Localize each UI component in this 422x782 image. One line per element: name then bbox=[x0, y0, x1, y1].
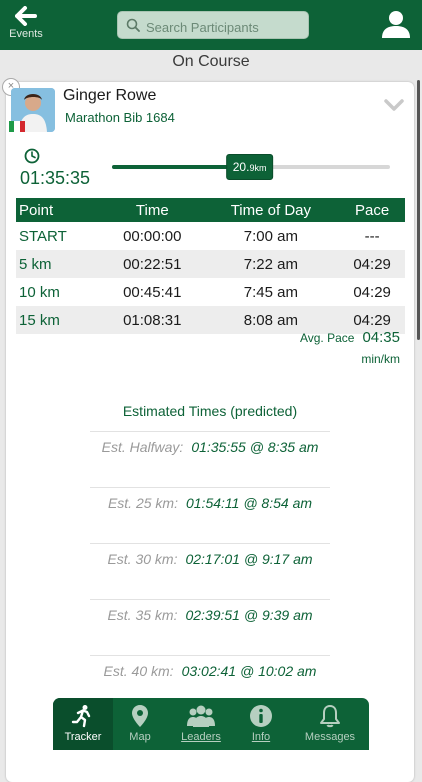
user-icon bbox=[382, 11, 410, 38]
group-icon bbox=[187, 705, 215, 727]
estimate-item: Est. 40 km: 03:02:41 @ 10:02 am bbox=[6, 663, 414, 679]
col-time: Time bbox=[102, 198, 203, 222]
tab-tracker[interactable]: Tracker bbox=[53, 698, 113, 750]
tab-label: Messages bbox=[304, 731, 356, 743]
estimate-item: Est. Halfway: 01:35:55 @ 8:35 am bbox=[6, 439, 414, 455]
nationality-flag bbox=[9, 121, 25, 132]
estimate-label: Est. 25 km: bbox=[107, 495, 178, 511]
estimate-value: 03:02:41 @ 10:02 am bbox=[181, 663, 317, 679]
participant-bib: Marathon Bib 1684 bbox=[65, 110, 175, 125]
progress-track: 20.9km bbox=[112, 154, 390, 180]
estimate-label: Est. 35 km: bbox=[107, 607, 178, 623]
tab-info[interactable]: Info bbox=[231, 698, 291, 750]
info-icon bbox=[250, 705, 272, 727]
estimate-item: Est. 35 km: 02:39:51 @ 9:39 am bbox=[6, 607, 414, 623]
splits-table: Point Time Time of Day Pace START 00:00:… bbox=[16, 198, 405, 334]
avg-pace: Avg. Pace 04:35 min/km bbox=[300, 329, 400, 366]
chevron-down-icon bbox=[384, 99, 404, 111]
bell-icon bbox=[320, 705, 340, 728]
tab-bar: Tracker Map Leaders Info Messages bbox=[53, 698, 369, 750]
avg-pace-label: Avg. Pace bbox=[299, 331, 355, 345]
search-box[interactable] bbox=[117, 11, 309, 39]
divider bbox=[90, 431, 330, 432]
split-point: START bbox=[19, 227, 67, 245]
col-pace: Pace bbox=[339, 198, 405, 222]
back-label: Events bbox=[9, 28, 43, 40]
tab-label-text: Leaders bbox=[181, 731, 221, 743]
map-pin-icon bbox=[132, 705, 148, 727]
table-row: 5 km 00:22:51 7:22 am 04:29 bbox=[16, 250, 405, 278]
split-pace: 04:29 bbox=[339, 250, 405, 278]
estimate-item: Est. 30 km: 02:17:01 @ 9:17 am bbox=[6, 551, 414, 567]
split-time: 00:45:41 bbox=[123, 283, 182, 301]
col-point: Point bbox=[16, 198, 103, 222]
avg-pace-value: 04:35 bbox=[362, 329, 400, 346]
tab-label: Leaders bbox=[171, 731, 231, 743]
profile-button[interactable] bbox=[380, 8, 412, 40]
search-icon bbox=[126, 18, 140, 32]
table-row: 10 km 00:45:41 7:45 am 04:29 bbox=[16, 278, 405, 306]
split-time-of-day: 7:45 am bbox=[243, 283, 298, 301]
col-time-of-day: Time of Day bbox=[202, 198, 340, 222]
tab-label-text: Info bbox=[251, 731, 271, 743]
estimate-value: 01:54:11 @ 8:54 am bbox=[185, 495, 313, 511]
split-point: 5 km bbox=[16, 250, 103, 278]
divider bbox=[90, 543, 330, 544]
estimate-value: 02:39:51 @ 9:39 am bbox=[185, 607, 313, 623]
distance-value: 20. bbox=[232, 160, 250, 174]
estimate-label: Est. 30 km: bbox=[107, 551, 178, 567]
runner-icon bbox=[71, 705, 91, 728]
estimates-title: Estimated Times (predicted) bbox=[122, 403, 298, 419]
divider bbox=[90, 599, 330, 600]
split-time-of-day: 7:00 am bbox=[243, 227, 298, 245]
participant-card: × Ginger Rowe Marathon Bib 1684 01:35:35… bbox=[2, 78, 414, 782]
tab-label: Info bbox=[231, 731, 291, 743]
split-time: 00:00:00 bbox=[123, 227, 182, 245]
tab-label: Map bbox=[129, 731, 151, 743]
top-bar: Events bbox=[0, 0, 422, 50]
expand-button[interactable] bbox=[384, 98, 404, 117]
table-row: START 00:00:00 7:00 am --- bbox=[16, 222, 405, 250]
split-time: 01:08:31 bbox=[102, 306, 203, 334]
tab-map[interactable]: Map bbox=[110, 698, 170, 750]
participant-name: Ginger Rowe bbox=[63, 87, 157, 104]
search-input[interactable] bbox=[144, 16, 308, 38]
flag-stripe-red bbox=[19, 121, 25, 132]
estimate-label: Est. Halfway: bbox=[101, 439, 184, 455]
estimate-value: 02:17:01 @ 9:17 am bbox=[185, 551, 313, 567]
split-pace: --- bbox=[364, 227, 380, 245]
elapsed-time: 01:35:35 bbox=[20, 168, 91, 188]
divider bbox=[90, 655, 330, 656]
estimate-value: 01:35:55 @ 8:35 am bbox=[191, 439, 319, 455]
split-time-of-day: 7:22 am bbox=[202, 250, 340, 278]
distance-unit: 9km bbox=[249, 163, 267, 173]
splits-header-row: Point Time Time of Day Pace bbox=[16, 198, 405, 222]
back-button[interactable]: Events bbox=[6, 6, 46, 46]
split-pace: 04:29 bbox=[353, 283, 391, 301]
estimate-label: Est. 40 km: bbox=[103, 663, 174, 679]
arrow-left-icon bbox=[15, 6, 37, 26]
tab-label: Tracker bbox=[64, 731, 102, 743]
avg-pace-unit: min/km bbox=[361, 352, 400, 366]
split-point: 10 km bbox=[19, 283, 60, 301]
clock-icon bbox=[24, 148, 40, 169]
estimate-item: Est. 25 km: 01:54:11 @ 8:54 am bbox=[6, 495, 414, 511]
split-time: 00:22:51 bbox=[102, 250, 203, 278]
tab-leaders[interactable]: Leaders bbox=[171, 698, 231, 750]
divider bbox=[90, 487, 330, 488]
split-point: 15 km bbox=[16, 306, 103, 334]
section-title: On Course bbox=[172, 53, 250, 70]
distance-marker: 20.9km bbox=[225, 154, 274, 180]
tab-messages[interactable]: Messages bbox=[300, 698, 360, 750]
scrollbar[interactable] bbox=[417, 80, 420, 340]
